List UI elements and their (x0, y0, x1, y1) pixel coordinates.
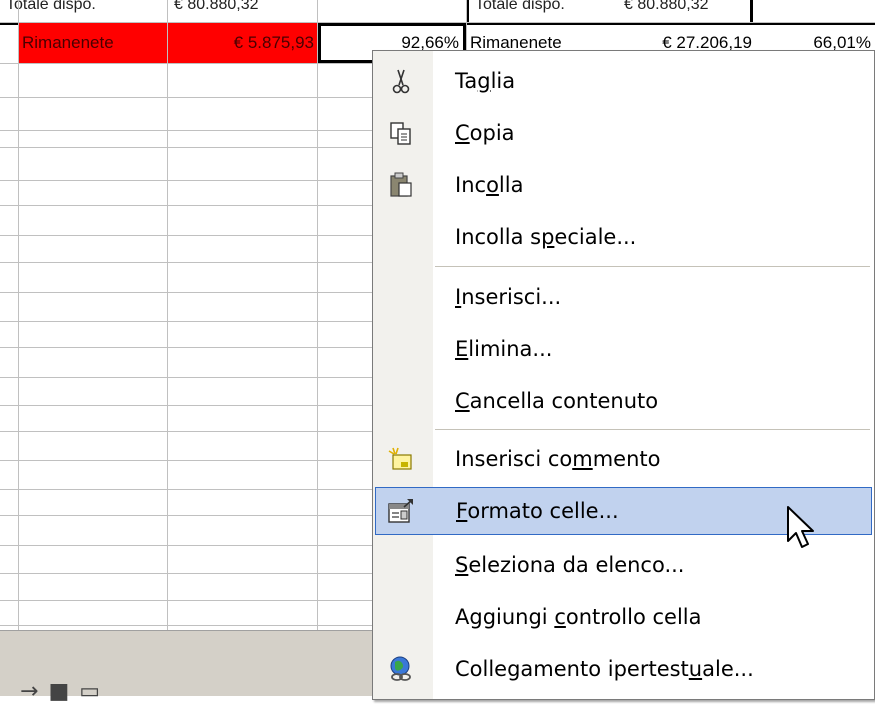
menu-label-delete: Elimina... (455, 337, 553, 361)
menu-label-insert: Inserisci... (455, 285, 562, 309)
mouse-cursor-icon (787, 506, 814, 548)
menu-label-insert-comment: Inserisci commento (455, 447, 661, 471)
menu-item-paste[interactable]: Incolla (375, 161, 872, 209)
menu-label-hyperlink: Collegamento ipertestuale... (455, 657, 754, 681)
copy-icon (390, 122, 411, 145)
menu-item-delete[interactable]: Elimina... (375, 325, 872, 373)
menu-item-clear-contents[interactable]: Cancella contenuto (375, 377, 872, 425)
rectangle-icon[interactable]: ■ (48, 681, 69, 703)
grid-line (317, 0, 318, 630)
menu-label-paste: Incolla (455, 173, 524, 197)
total-value-left[interactable]: € 80.880,32 (168, 0, 318, 22)
paste-icon (390, 172, 412, 197)
menu-item-copy[interactable]: Copia (375, 109, 872, 157)
format-cells-icon (388, 499, 413, 523)
hyperlink-icon (390, 656, 411, 681)
menu-item-insert[interactable]: Inserisci... (375, 273, 872, 321)
drawing-toolbar: → ■ ▭ (20, 681, 110, 703)
menu-separator (435, 266, 870, 267)
menu-label-format-cells: Formato celle... (456, 499, 619, 523)
menu-item-insert-comment[interactable]: Inserisci commento (375, 435, 872, 483)
menu-item-add-cell-watch[interactable]: Aggiungi controllo cella (375, 593, 872, 641)
menu-label-copy: Copia (455, 121, 515, 145)
total-value-right[interactable]: € 80.880,32 (618, 0, 753, 22)
total-label-right[interactable]: Totale dispo. (466, 0, 616, 22)
scissors-icon (392, 69, 410, 94)
menu-item-cut[interactable]: Taglia (375, 57, 872, 105)
arrow-icon[interactable]: → (20, 681, 38, 703)
menu-label-paste-special: Incolla speciale... (455, 225, 637, 249)
comment-icon (388, 447, 412, 470)
menu-separator (435, 429, 870, 430)
grid-line (18, 0, 19, 630)
cell-remaining-value-left[interactable]: € 5.875,93 (168, 23, 318, 63)
context-menu: Taglia Copia Incolla Incolla speciale...… (372, 50, 875, 700)
menu-label-pick-from-list: Seleziona da elenco... (455, 553, 685, 577)
total-label-left[interactable]: Totale dispo. (0, 0, 165, 22)
menu-label-cut: Taglia (455, 69, 516, 93)
cell-remaining-label-left[interactable]: Rimanenete (18, 23, 168, 63)
menu-item-hyperlink[interactable]: Collegamento ipertestuale... (375, 645, 872, 693)
grid-line (167, 0, 168, 630)
menu-label-clear-contents: Cancella contenuto (455, 389, 659, 413)
menu-label-add-cell-watch: Aggiungi controllo cella (455, 605, 702, 629)
menu-item-paste-special[interactable]: Incolla speciale... (375, 213, 872, 261)
oval-icon[interactable]: ▭ (79, 681, 100, 703)
grid-line (0, 22, 875, 23)
